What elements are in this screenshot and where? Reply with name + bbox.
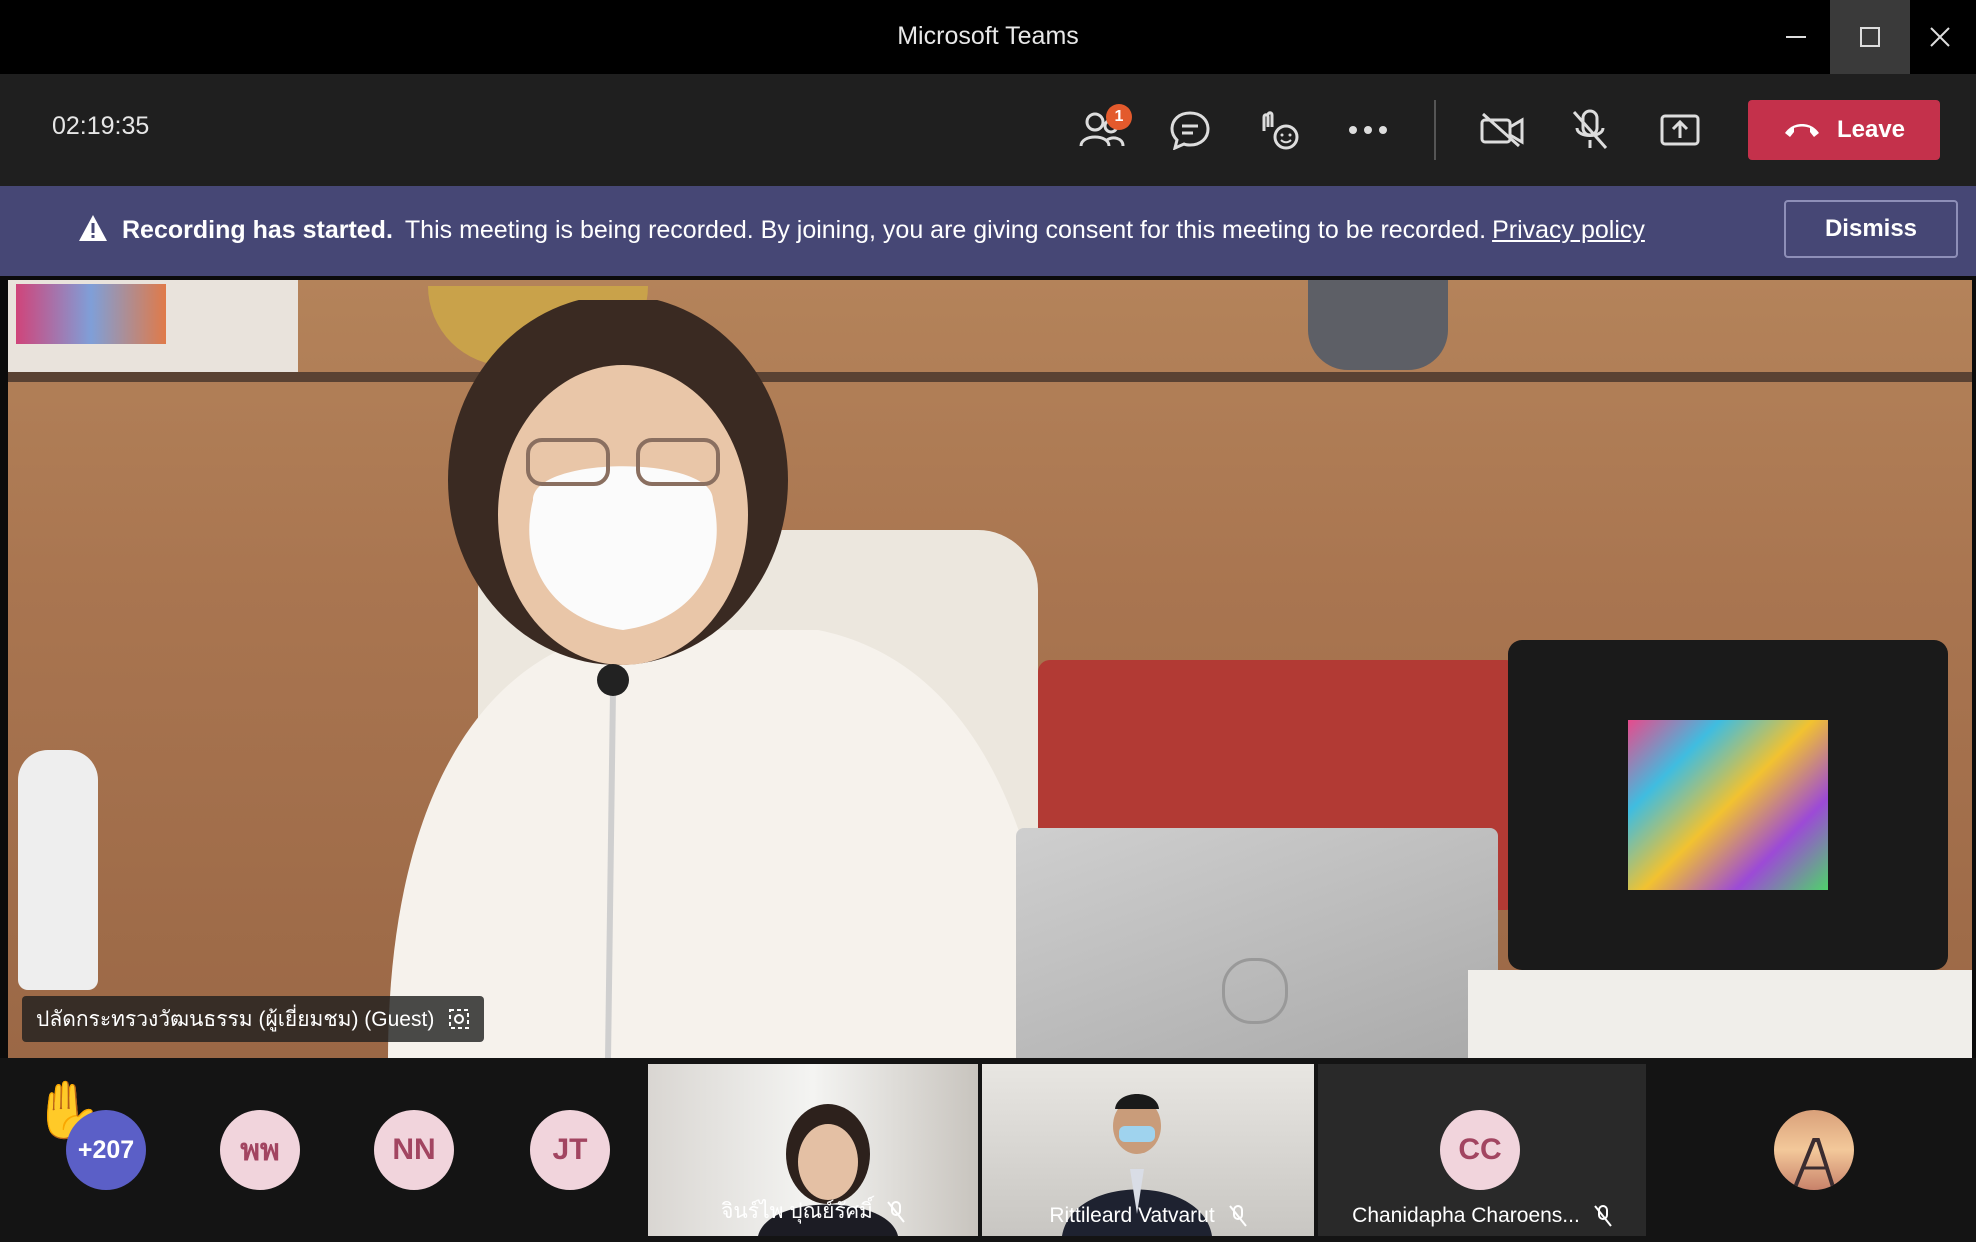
participant-avatar: CC <box>1440 1110 1520 1190</box>
speaker-name: ปลัดกระทรวงวัฒนธรรม (ผู้เยี่ยมชม) (Guest… <box>36 1007 435 1031</box>
close-button[interactable] <box>1904 0 1976 74</box>
mic-off-icon <box>1228 1205 1247 1227</box>
participant-name: Rittileard Vatvarut <box>1049 1204 1215 1227</box>
reactions-icon <box>1262 111 1299 150</box>
shelf-artwork <box>16 284 166 344</box>
white-vase <box>18 750 98 990</box>
recording-banner: Recording has started. This meeting is be… <box>0 186 1976 276</box>
participants-badge: 1 <box>1106 104 1132 130</box>
dismiss-button[interactable]: Dismiss <box>1784 200 1958 258</box>
participants-button[interactable]: 1 <box>1072 100 1132 160</box>
pin-icon[interactable] <box>448 1008 470 1030</box>
speaker-name-label: ปลัดกระทรวงวัฒนธรรม (ผู้เยี่ยมชม) (Guest… <box>22 996 485 1042</box>
dark-bag <box>1508 640 1948 970</box>
bag-pattern <box>1628 720 1828 890</box>
participant-tile[interactable]: จินร์ไพ ปุณย์รัศมิ์ <box>648 1064 978 1236</box>
camera-toggle-button[interactable] <box>1472 100 1532 160</box>
avatar-photo <box>1792 1138 1836 1190</box>
leave-label: Leave <box>1836 116 1906 143</box>
meeting-toolbar: 02:19:35 1 Leave <box>0 74 1976 186</box>
banner-message: This meeting is being recorded. By joini… <box>404 216 1487 244</box>
main-video: ปลัดกระทรวงวัฒนธรรม (ผู้เยี่ยมชม) (Guest… <box>8 280 1972 1058</box>
mic-off-icon <box>1594 1205 1612 1227</box>
mic-toggle-button[interactable] <box>1560 100 1620 160</box>
warning-icon <box>79 215 107 241</box>
camera-off-icon <box>1480 112 1524 148</box>
participant-name-row: Chanidapha Charoens... <box>1318 1204 1646 1228</box>
laptop-logo <box>1222 958 1288 1024</box>
mic-off-icon <box>1572 109 1608 149</box>
chat-icon <box>1170 111 1210 150</box>
phone-icon <box>1784 124 1819 137</box>
share-screen-button[interactable] <box>1650 100 1710 160</box>
privacy-policy-link[interactable]: Privacy policy <box>1492 216 1645 244</box>
window-title: Microsoft Teams <box>897 22 1079 50</box>
minimize-icon <box>1786 36 1806 38</box>
participant-tile[interactable]: CC Chanidapha Charoens... <box>1318 1064 1646 1236</box>
participant-photo-avatar[interactable] <box>1774 1110 1854 1190</box>
participant-avatar[interactable]: NN <box>374 1110 454 1190</box>
participant-name-row: จินร์ไพ ปุณย์รัศมิ์ <box>648 1195 978 1228</box>
maximize-icon <box>1860 27 1880 47</box>
laptop <box>1016 828 1498 1058</box>
reactions-button[interactable] <box>1248 100 1308 160</box>
participant-name-row: Rittileard Vatvarut <box>982 1204 1314 1228</box>
leave-button[interactable]: Leave <box>1748 100 1940 160</box>
participant-avatar[interactable]: JT <box>530 1110 610 1190</box>
participant-name: Chanidapha Charoens... <box>1352 1204 1580 1227</box>
banner-text: Recording has started. This meeting is be… <box>122 216 1645 245</box>
participant-name: จินร์ไพ ปุณย์รัศมิ์ <box>721 1200 873 1223</box>
minimize-button[interactable] <box>1756 0 1836 74</box>
more-options-button[interactable] <box>1338 100 1398 160</box>
toolbar-divider <box>1434 100 1436 160</box>
participant-avatar[interactable]: พพ <box>220 1110 300 1190</box>
participant-tile[interactable]: Rittileard Vatvarut <box>982 1064 1314 1236</box>
speaker-figure <box>388 300 1058 1058</box>
share-icon <box>1660 114 1700 146</box>
participant-strip: ✋ +207 พพ NN JT จินร์ไพ ปุณย์รัศมิ์ Ritt… <box>0 1058 1976 1242</box>
chat-button[interactable] <box>1160 100 1220 160</box>
meeting-timer: 02:19:35 <box>52 112 150 140</box>
mic-off-icon <box>887 1200 905 1223</box>
decorative-vase-top <box>1308 280 1448 370</box>
maximize-button[interactable] <box>1830 0 1910 74</box>
close-icon <box>1930 27 1950 47</box>
overflow-participants-button[interactable]: +207 <box>66 1110 146 1190</box>
more-icon <box>1349 126 1387 134</box>
desk-surface <box>1468 970 1972 1058</box>
title-bar: Microsoft Teams <box>0 0 1976 74</box>
banner-title: Recording has started. <box>122 216 393 244</box>
